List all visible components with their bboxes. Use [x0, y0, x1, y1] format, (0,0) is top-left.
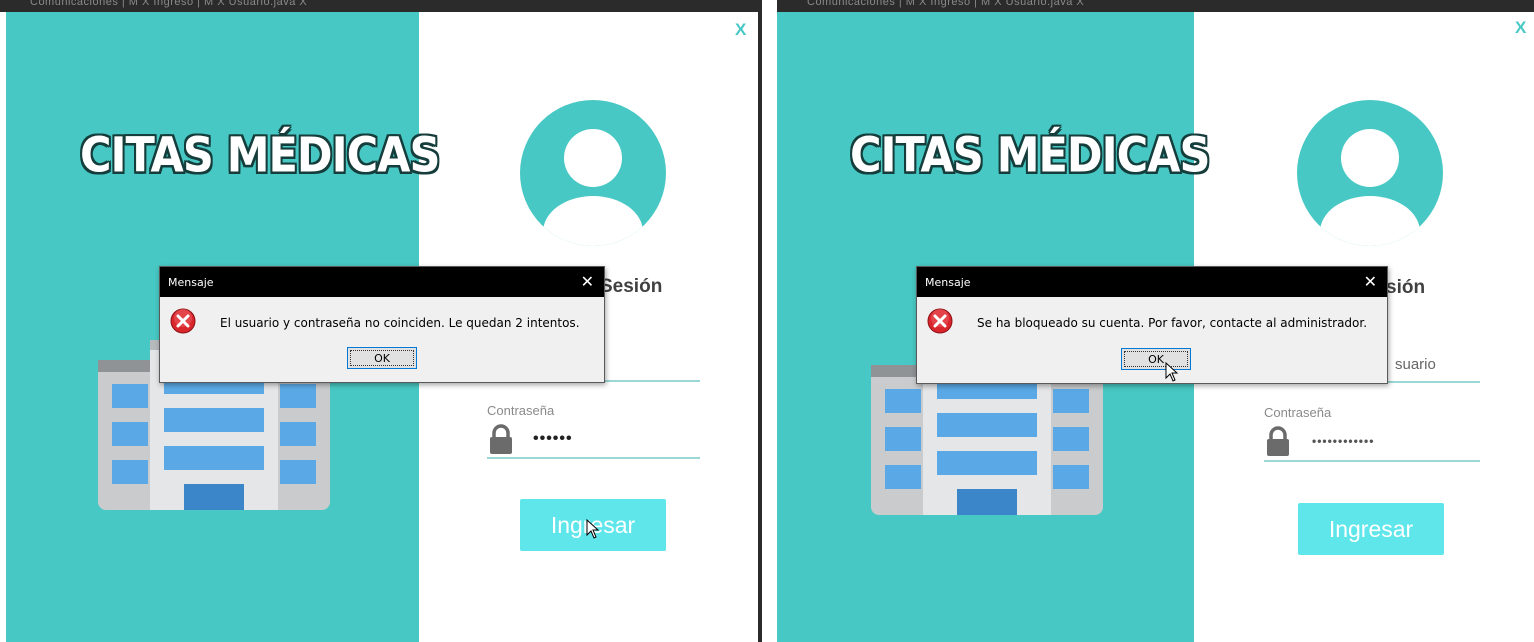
dialog-message: El usuario y contraseña no coinciden. Le… — [220, 316, 580, 330]
password-input[interactable]: •••••• — [533, 430, 573, 448]
lock-icon — [1267, 426, 1289, 456]
password-input[interactable]: •••••••••••• — [1312, 434, 1374, 448]
screenshot-right: Comunicaciones | M X Ingreso | M X Usuar… — [777, 0, 1534, 642]
password-label: Contraseña — [487, 403, 555, 418]
error-icon — [170, 308, 196, 334]
dialog-title-bar: Mensaje ✕ — [917, 267, 1387, 297]
dialog-close-button[interactable]: ✕ — [1364, 272, 1377, 292]
dialog-title: Mensaje — [925, 276, 971, 289]
dialog-title: Mensaje — [168, 276, 214, 289]
login-button[interactable]: Ingresar — [1298, 503, 1444, 555]
brand-title: CITAS MÉDICAS — [850, 128, 1210, 184]
close-window-button[interactable]: X — [1515, 18, 1526, 38]
login-title: Sesión — [600, 276, 663, 297]
tab-strip-text: Comunicaciones | M X Ingreso | M X Usuar… — [30, 0, 308, 8]
tab-strip-text: Comunicaciones | M X Ingreso | M X Usuar… — [807, 0, 1085, 8]
lock-icon — [490, 424, 512, 454]
screenshot-left: Comunicaciones | M X Ingreso | M X Usuar… — [0, 0, 762, 642]
mouse-cursor-icon — [1165, 362, 1179, 382]
browser-tab-strip: Comunicaciones | M X Ingreso | M X Usuar… — [0, 0, 762, 12]
dialog-ok-button[interactable]: OK — [1121, 348, 1191, 370]
username-input[interactable]: suario — [1395, 356, 1436, 373]
password-underline — [1264, 460, 1480, 462]
dialog-message: Se ha bloqueado su cuenta. Por favor, co… — [977, 316, 1368, 330]
message-dialog: Mensaje ✕ Se ha bloqueado su cuenta. Por… — [916, 266, 1388, 384]
error-icon — [927, 308, 953, 334]
password-underline — [487, 457, 700, 459]
close-window-button[interactable]: X — [735, 20, 746, 40]
user-avatar-icon — [1297, 100, 1443, 246]
message-dialog: Mensaje ✕ El usuario y contraseña no coi… — [159, 266, 605, 383]
mouse-cursor-icon — [586, 519, 600, 539]
username-underline — [1388, 381, 1480, 383]
brand-title: CITAS MÉDICAS — [80, 128, 440, 184]
browser-tab-strip: Comunicaciones | M X Ingreso | M X Usuar… — [777, 0, 1534, 12]
username-underline — [590, 380, 700, 382]
login-title: sión — [1386, 277, 1426, 298]
dialog-close-button[interactable]: ✕ — [581, 272, 594, 292]
screenshot-separator — [762, 0, 777, 642]
dialog-ok-button[interactable]: OK — [347, 347, 417, 369]
dialog-title-bar: Mensaje ✕ — [160, 267, 604, 297]
password-label: Contraseña — [1264, 405, 1332, 420]
user-avatar-icon — [520, 100, 666, 246]
